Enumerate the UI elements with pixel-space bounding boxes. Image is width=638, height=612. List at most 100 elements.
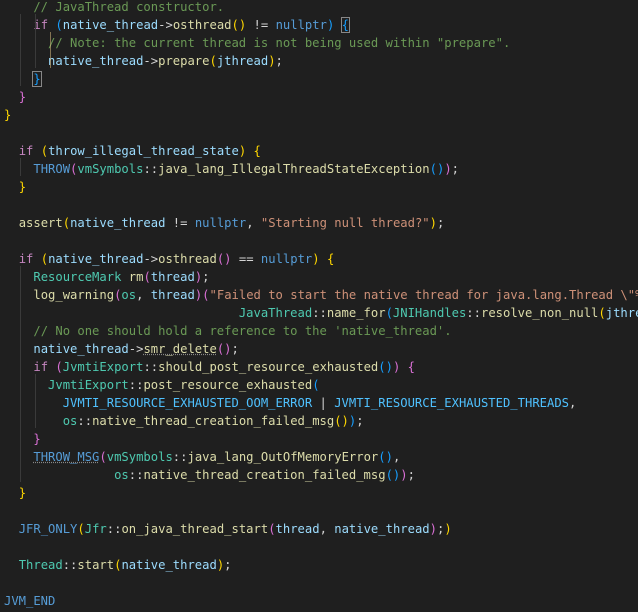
code-line[interactable]: }	[0, 106, 638, 124]
code-token: JavaThread	[238, 306, 313, 320]
code-token: ;	[407, 468, 415, 482]
code-line[interactable]: JFR_ONLY(Jfr::on_java_thread_start(threa…	[0, 520, 638, 538]
code-token: (	[40, 252, 49, 266]
code-token: on_java_thread_start	[121, 522, 269, 536]
code-token: jthread	[216, 54, 269, 68]
code-line[interactable]: os::native_thread_creation_failed_msg())…	[0, 412, 638, 430]
code-line[interactable]: if (native_thread->osthread() == nullptr…	[0, 250, 638, 268]
code-token: ;	[202, 270, 210, 284]
code-token: native_thread	[62, 18, 159, 32]
code-token: smr_delete	[143, 342, 217, 356]
code-line[interactable]: if (throw_illegal_thread_state) {	[0, 142, 638, 160]
code-line[interactable]: ResourceMark rm(thread);	[0, 268, 638, 286]
code-token: }	[33, 432, 41, 446]
code-token: ,	[319, 522, 335, 536]
code-token: )	[429, 522, 437, 536]
code-token: // JavaThread constructor.	[4, 0, 225, 14]
code-token: }	[18, 486, 27, 500]
code-line[interactable]: Thread::start(native_thread);	[0, 556, 638, 574]
code-line[interactable]: }	[0, 430, 638, 448]
code-line[interactable]: native_thread->prepare(jthread);	[0, 52, 638, 70]
code-token: ()	[231, 18, 247, 32]
code-token: ;	[231, 342, 239, 356]
code-line[interactable]: JavaThread::name_for(JNIHandles::resolve…	[0, 304, 638, 322]
code-token: native_thread	[70, 216, 166, 230]
code-token: JFR_ONLY	[18, 522, 78, 536]
code-token: "Failed to start the native thread for j…	[209, 288, 638, 302]
code-line[interactable]	[0, 124, 638, 142]
code-line[interactable]: // No one should hold a reference to the…	[0, 322, 638, 340]
code-line[interactable]: }	[0, 70, 638, 88]
code-line[interactable]	[0, 538, 638, 556]
code-token: (	[99, 450, 107, 464]
code-token: ,	[136, 288, 151, 302]
indent-guide	[50, 32, 51, 68]
code-token: resolve_non_null	[480, 306, 599, 320]
code-token: ::	[312, 306, 327, 320]
code-line[interactable]	[0, 232, 638, 250]
code-token: (	[312, 378, 320, 392]
code-line[interactable]: native_thread->smr_delete();	[0, 340, 638, 358]
code-line[interactable]: if (native_thread->osthread() != nullptr…	[0, 16, 638, 34]
indent-guide	[35, 374, 36, 428]
code-line[interactable]	[0, 502, 638, 520]
indent-guide	[35, 14, 36, 68]
code-line[interactable]: // Note: the current thread is not being…	[0, 34, 638, 52]
code-token: Thread	[18, 558, 63, 572]
indent-guide	[20, 266, 21, 482]
code-line[interactable]: assert(native_thread != nullptr, "Starti…	[0, 214, 638, 232]
code-line[interactable]	[0, 574, 638, 592]
code-token: ==	[231, 252, 261, 266]
code-token: log_warning	[33, 288, 115, 302]
code-token: ::	[143, 162, 159, 176]
code-line[interactable]: if (JvmtiExport::should_post_resource_ex…	[0, 358, 638, 376]
code-token: (	[143, 270, 151, 284]
code-line[interactable]: JVM_END	[0, 592, 638, 610]
code-token: "Starting null thread?"	[260, 216, 430, 230]
code-editor[interactable]: // JavaThread constructor. if (native_th…	[0, 0, 638, 612]
code-line[interactable]: }	[0, 88, 638, 106]
code-token: JVMTI_RESOURCE_EXHAUSTED_OOM_ERROR	[62, 396, 313, 410]
code-line[interactable]: THROW(vmSymbols::java_lang_IllegalThread…	[0, 160, 638, 178]
code-token: java_lang_OutOfMemoryError	[187, 450, 379, 464]
code-token: native_thread_creation_failed_msg	[143, 468, 386, 482]
code-line[interactable]: }	[0, 484, 638, 502]
code-line[interactable]: }	[0, 178, 638, 196]
code-token: ()	[216, 342, 232, 356]
code-token: }	[32, 71, 42, 87]
code-token: }	[4, 108, 12, 122]
code-line[interactable]: JVMTI_RESOURCE_EXHAUSTED_OOM_ERROR | JVM…	[0, 394, 638, 412]
code-line[interactable]: os::native_thread_creation_failed_msg())…	[0, 466, 638, 484]
code-area[interactable]: // JavaThread constructor. if (native_th…	[0, 0, 638, 610]
code-token: )	[312, 252, 320, 266]
code-token: ()	[378, 450, 393, 464]
code-line[interactable]: JvmtiExport::post_resource_exhausted(	[0, 376, 638, 394]
code-token: post_resource_exhausted	[143, 378, 313, 392]
code-line[interactable]: THROW_MSG(vmSymbols::java_lang_OutOfMemo…	[0, 448, 638, 466]
code-line[interactable]	[0, 196, 638, 214]
code-token: (	[202, 288, 210, 302]
code-token: !=	[165, 216, 195, 230]
code-token: if	[18, 144, 34, 158]
code-line[interactable]: // JavaThread constructor.	[0, 0, 638, 16]
code-token: (	[385, 306, 393, 320]
code-token: ()	[378, 360, 393, 374]
code-token: (	[77, 522, 85, 536]
code-token: name_for	[326, 306, 386, 320]
code-token: !=	[246, 18, 276, 32]
code-line[interactable]: log_warning(os, thread)("Failed to start…	[0, 286, 638, 304]
code-token: os	[121, 288, 137, 302]
